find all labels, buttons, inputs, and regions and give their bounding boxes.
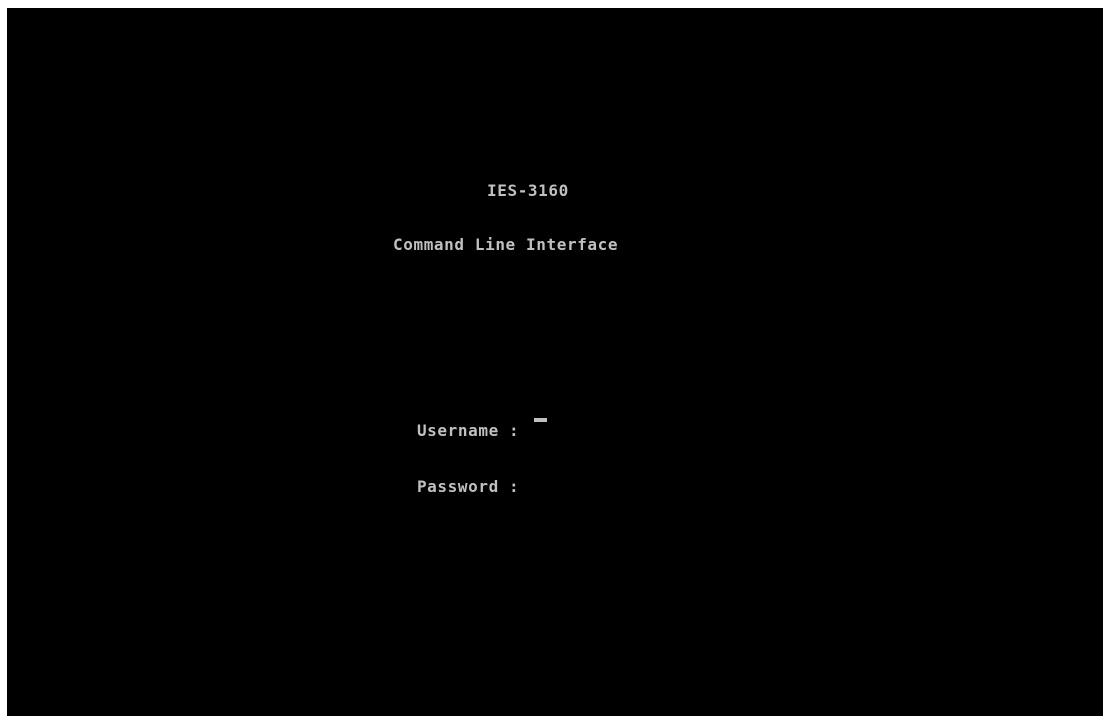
password-label: Password :: [416, 477, 520, 496]
console-window[interactable]: IES-3160 Command Line Interface Username…: [7, 8, 1103, 716]
password-prompt[interactable]: Password :: [376, 460, 519, 532]
text-cursor: [534, 418, 547, 422]
username-label: Username :: [416, 421, 520, 440]
device-name: IES-3160: [487, 181, 569, 200]
interface-title: Command Line Interface: [393, 235, 619, 254]
